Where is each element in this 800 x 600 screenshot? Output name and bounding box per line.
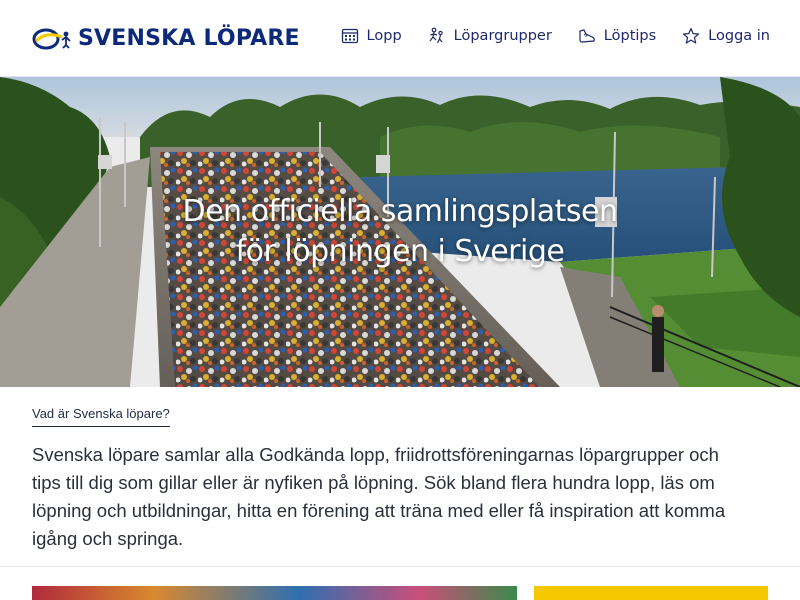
nav-lopp-label: Lopp (366, 28, 402, 44)
hero-banner: Den officiella samlingsplatsen för löpni… (0, 77, 800, 387)
main-nav: Lopp Löpargrupper Löptips Logga in (315, 27, 770, 45)
nav-logga-in[interactable]: Logga in (682, 27, 770, 45)
nav-lopp[interactable]: Lopp (341, 27, 402, 45)
hero-title-line-2: för löpningen i Sverige (235, 234, 565, 269)
runner-swoosh-logo-icon (32, 28, 71, 50)
hero-title: Den officiella samlingsplatsen för löpni… (0, 192, 800, 272)
site-header: SVENSKA LÖPARE Lopp Löpargrupper Löptips… (0, 0, 800, 77)
nav-loptips-label: Löptips (603, 28, 657, 44)
about-link[interactable]: Vad är Svenska löpare? (32, 406, 170, 427)
group-runners-icon (429, 27, 443, 44)
featured-image-card[interactable] (32, 586, 517, 600)
nav-lopargrupper-label: Löpargrupper (453, 28, 552, 44)
logo-text: SVENSKA LÖPARE (78, 25, 300, 51)
star-icon (683, 27, 700, 44)
section-divider (0, 566, 800, 567)
calendar-icon (341, 28, 358, 44)
nav-loptips[interactable]: Löptips (578, 27, 656, 45)
nav-lopargrupper[interactable]: Löpargrupper (428, 27, 552, 45)
intro-paragraph: Svenska löpare samlar alla Godkända lopp… (32, 444, 726, 549)
shoe-icon (579, 29, 595, 43)
hero-title-line-1: Den officiella samlingsplatsen (182, 194, 618, 229)
yellow-promo-card[interactable] (534, 586, 768, 600)
logo[interactable]: SVENSKA LÖPARE (32, 23, 300, 53)
nav-logga-in-label: Logga in (708, 28, 770, 44)
